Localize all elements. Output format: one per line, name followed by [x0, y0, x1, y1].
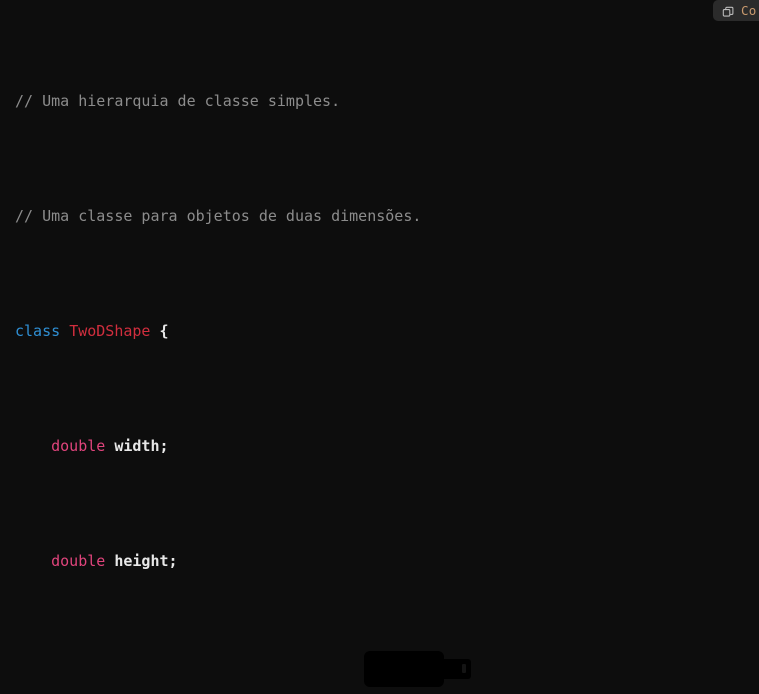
code-line-blank: [0, 662, 759, 691]
code-line: // Uma classe para objetos de duas dimen…: [0, 202, 759, 231]
code-token-identifier: width;: [105, 437, 169, 456]
copy-icon: [722, 4, 735, 17]
copy-code-button[interactable]: Co: [713, 0, 759, 21]
code-token-punct: {: [150, 322, 169, 341]
code-token-modifier: double: [15, 552, 106, 571]
code-token-comment: // Uma hierarquia de classe simples.: [15, 92, 341, 111]
code-token-identifier: height;: [105, 552, 178, 571]
code-viewer: Co // Uma hierarquia de classe simples. …: [0, 0, 759, 694]
code-line: double width;: [0, 432, 759, 461]
code-token-comment: // Uma classe para objetos de duas dimen…: [15, 207, 422, 226]
code-line: double height;: [0, 547, 759, 576]
code-token-type: TwoDShape: [69, 322, 151, 341]
code-token-modifier: double: [15, 437, 106, 456]
copy-button-label: Co: [741, 3, 757, 18]
code-line: class TwoDShape {: [0, 317, 759, 346]
code-line: // Uma hierarquia de classe simples.: [0, 87, 759, 116]
code-content[interactable]: // Uma hierarquia de classe simples. // …: [0, 0, 759, 694]
code-token-blank: [15, 667, 24, 685]
code-token-keyword: class: [15, 322, 61, 341]
